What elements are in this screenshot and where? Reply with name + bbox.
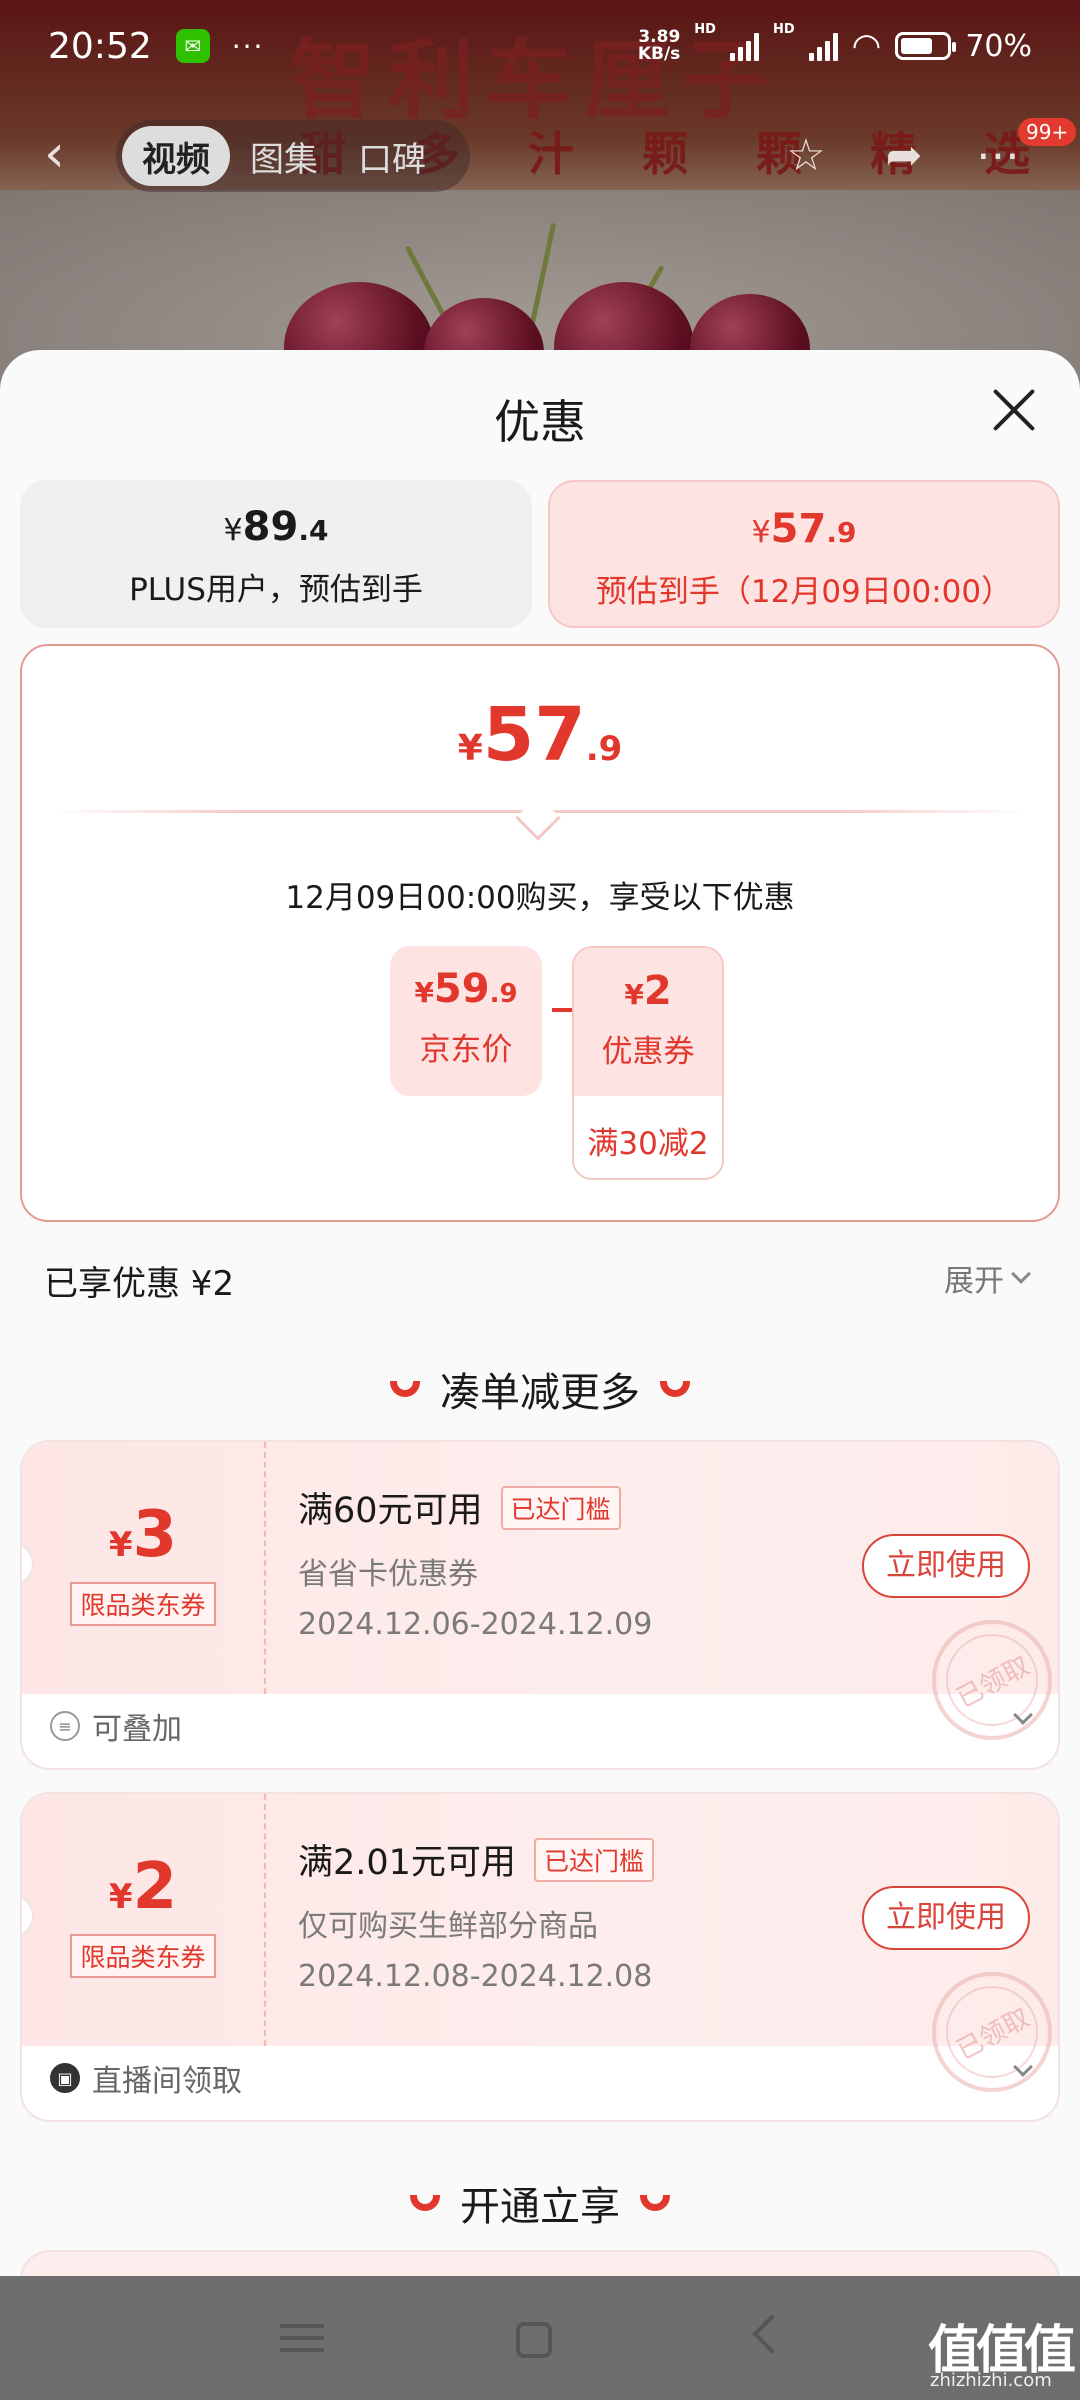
tab-video[interactable]: 视频 [122,126,230,186]
coupon-footer[interactable]: ≡ 可叠加 [50,1704,182,1748]
back-arrow-icon[interactable]: ‹ [44,126,84,182]
plus-price-label: PLUS用户，预估到手 [129,572,423,608]
jd-price-label: 京东价 [419,1032,513,1068]
smile-decoration-icon [410,2195,440,2211]
plus-price-tab[interactable]: ¥89.4 PLUS用户，预估到手 [20,480,532,628]
chevron-down-icon [1011,1264,1031,1284]
divider-notch [515,795,561,841]
coupon-amount-area: ¥2 限品类东券 [22,1794,266,2046]
live-icon: ▣ [50,2063,80,2093]
smile-decoration-icon [660,1381,690,1397]
coupon-condition: 满60元可用 [298,1491,483,1531]
coupon-body: ¥3 限品类东券 满60元可用 已达门槛 省省卡优惠券 2024.12.06-2… [22,1442,1058,1762]
coupon-amount-area: ¥3 限品类东券 [22,1442,266,1694]
hd-label: HD [694,22,716,37]
network-speed: 3.89 KB/s [637,27,681,64]
tab-gallery[interactable]: 图集 [230,126,338,186]
section-open-membership: 开通立享 [0,2174,1080,2232]
coupon-condition: 满2.01元可用 [298,1843,516,1883]
close-icon[interactable] [990,386,1038,434]
product-nav-bar: ‹ 视频 图集 口碑 ☆ ➦ ⋯ [0,100,1080,210]
jd-price-value: ¥59.9 [414,966,518,1012]
coupon-discount-label: 优惠券 [601,1034,695,1070]
expand-button[interactable]: 展开 [944,1256,1031,1300]
menu-icon[interactable] [280,2316,324,2360]
expand-label: 展开 [944,1264,1004,1299]
star-favorite-icon[interactable]: ☆ [778,128,834,184]
estimated-price: ¥57.9 [751,506,857,552]
stack-icon: ≡ [50,1711,80,1741]
wechat-icon: ✉ [175,29,210,63]
plus-price: ¥89.4 [223,504,329,550]
claimed-stamp: 已领取 [910,1598,1058,1762]
threshold-reached-tag: 已达门槛 [500,1485,621,1530]
coupon-body: ¥2 限品类东券 满2.01元可用 已达门槛 仅可购买生鲜部分商品 2024.1… [22,1794,1058,2114]
status-more-dots: ··· [231,29,265,63]
section-more-deals: 凑单减更多 [0,1360,1080,1418]
status-time: 20:52 [48,25,152,67]
battery-icon [895,32,957,60]
enjoyed-discount: 已享优惠 ¥2 [44,1264,235,1304]
tab-reviews[interactable]: 口碑 [338,126,446,186]
wifi-icon: ◠ [851,26,882,66]
claimed-stamp: 已领取 [910,1950,1058,2114]
message-badge: 99+ [1018,118,1077,146]
hd-label: HD [772,22,795,37]
minus-sign [552,1008,572,1012]
signal-icon [729,31,759,61]
estimated-price-label: 预估到手（12月09日00:00） [595,574,1013,610]
signal-icon [808,31,838,61]
coupon-card: ¥3 限品类东券 满60元可用 已达门槛 省省卡优惠券 2024.12.06-2… [20,1440,1060,1770]
use-now-button[interactable]: 立即使用 [862,1534,1030,1598]
coupon-amount: ¥3 [108,1498,178,1572]
coupon-card: ¥2 限品类东券 满2.01元可用 已达门槛 仅可购买生鲜部分商品 2024.1… [20,1792,1060,2122]
coupon-details: 满60元可用 已达门槛 省省卡优惠券 2024.12.06-2024.12.09 [298,1482,652,1642]
estimated-price-tab[interactable]: ¥57.9 预估到手（12月09日00:00） [548,480,1060,628]
coupon-type: 限品类东券 [70,1582,216,1626]
coupon-name: 省省卡优惠券 [298,1557,478,1592]
smile-decoration-icon [640,2195,670,2211]
coupon-footer[interactable]: ▣ 直播间领取 [50,2056,242,2100]
coupon-dates: 2024.12.08-2024.12.08 [298,1959,653,1994]
coupon-discount-box: ¥2 优惠券 满30减2 [572,946,724,1180]
battery-percent: 70% [965,28,1032,64]
back-icon[interactable] [752,2314,792,2354]
sheet-title: 优惠 [494,395,586,449]
coupon-condition: 满30减2 [587,1126,709,1162]
jd-price-box: ¥59.9 京东价 [390,946,542,1096]
smile-decoration-icon [390,1381,420,1397]
watermark-url: zhizhizhi.com [930,2370,1052,2391]
coupon-name: 仅可购买生鲜部分商品 [298,1909,598,1944]
coupon-details: 满2.01元可用 已达门槛 仅可购买生鲜部分商品 2024.12.08-2024… [298,1834,654,1994]
coupon-footer-label: 可叠加 [92,1712,182,1747]
section-open-title: 开通立享 [460,2184,620,2230]
home-icon[interactable] [516,2322,552,2358]
coupon-discount-value: ¥2 [624,968,672,1014]
media-tabs: 视频 图集 口碑 [116,120,470,192]
share-icon[interactable]: ➦ [876,128,932,184]
use-now-button[interactable]: 立即使用 [862,1886,1030,1950]
coupon-dates: 2024.12.06-2024.12.09 [298,1607,653,1642]
coupon-amount: ¥2 [108,1850,178,1924]
section-more-deals-title: 凑单减更多 [440,1370,640,1416]
more-icon[interactable]: ⋯ [970,128,1026,184]
final-price: ¥57.9 [457,692,623,778]
threshold-reached-tag: 已达门槛 [533,1837,654,1882]
discount-sheet: 优惠 ¥89.4 PLUS用户，预估到手 ¥57.9 预估到手（12月09日00… [0,350,1080,2400]
price-summary-card: ¥57.9 12月09日00:00购买，享受以下优惠 ¥59.9 京东价 ¥2 … [20,644,1060,1222]
coupon-type: 限品类东券 [70,1934,216,1978]
coupon-footer-label: 直播间领取 [92,2064,242,2099]
status-indicators: 3.89 KB/s HD HD ◠ 70% [637,22,1032,66]
system-nav-bar [0,2276,1080,2400]
summary-description: 12月09日00:00购买，享受以下优惠 [285,880,795,916]
status-bar: 20:52 ✉ ··· 3.89 KB/s HD HD ◠ 70% [0,0,1080,92]
